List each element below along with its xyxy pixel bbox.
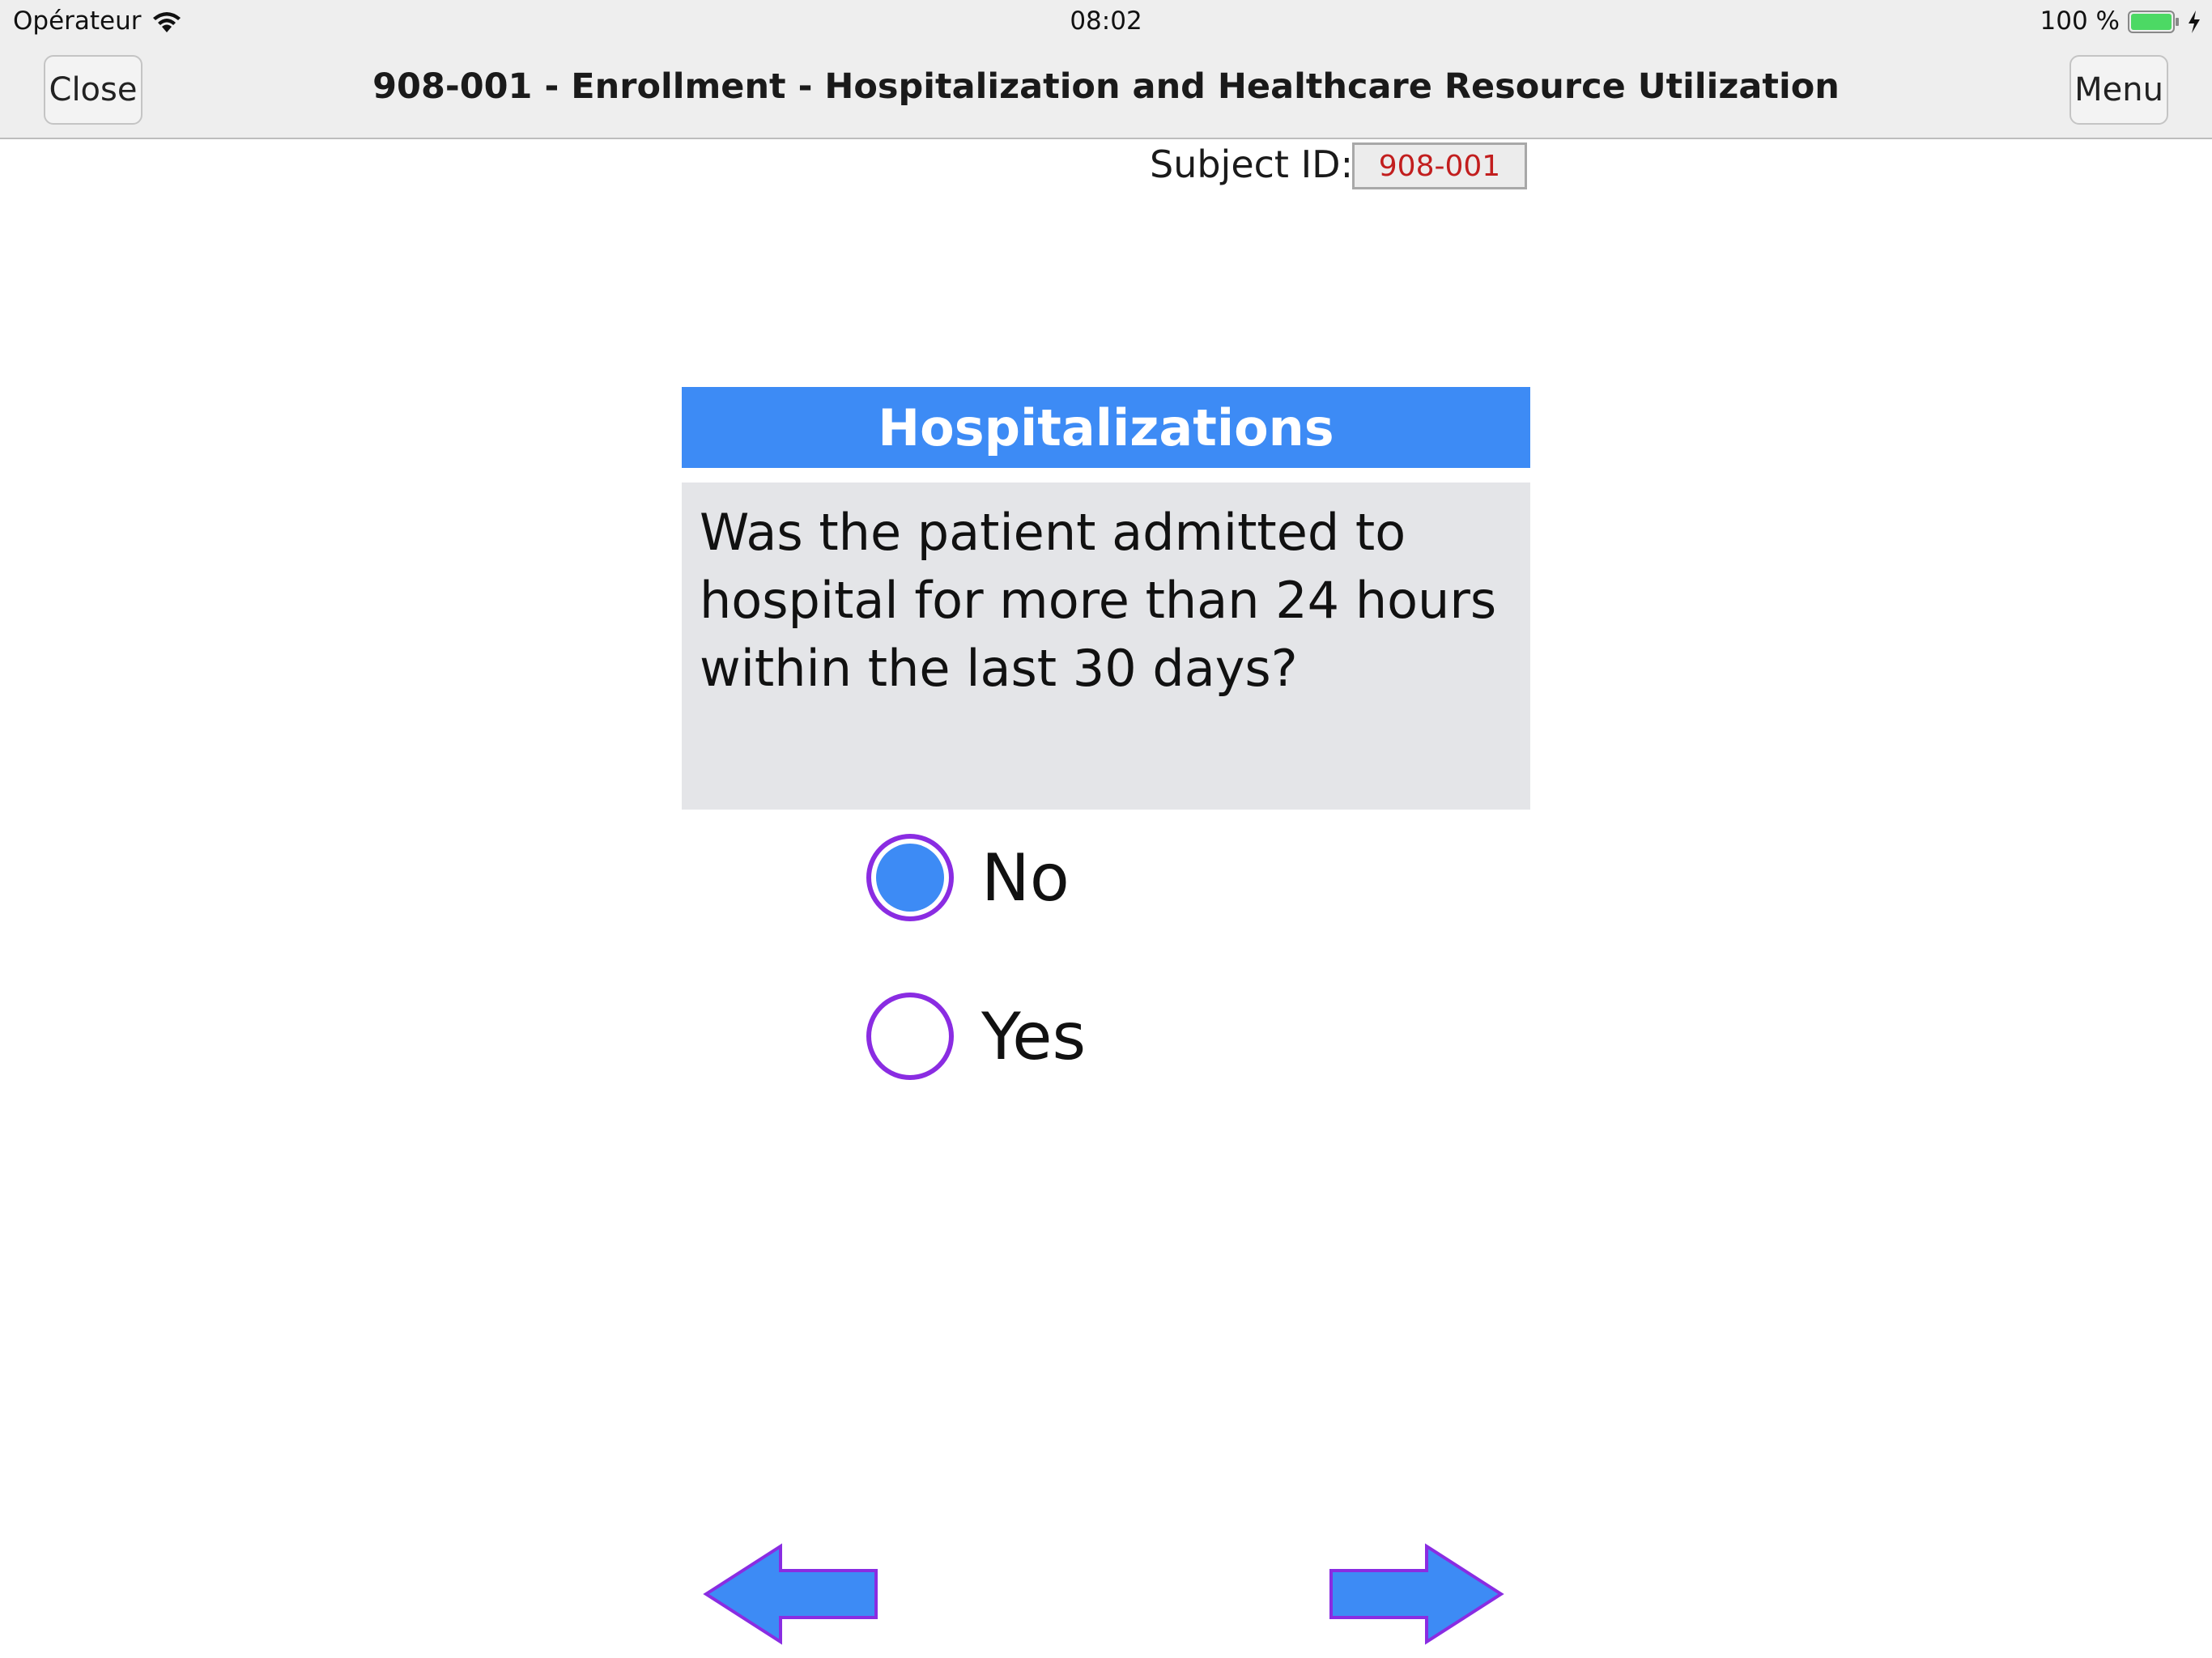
arrow-left-icon[interactable] xyxy=(703,1543,881,1645)
radio-label-yes: Yes xyxy=(981,998,1087,1074)
subject-id-label: Subject ID: xyxy=(1150,142,1354,186)
section-header: Hospitalizations xyxy=(682,387,1530,468)
radio-button-yes[interactable] xyxy=(866,993,954,1080)
navigation-bar: Close 908-001 - Enrollment - Hospitaliza… xyxy=(0,45,2212,139)
battery-icon xyxy=(2128,11,2179,33)
page-title: 908-001 - Enrollment - Hospitalization a… xyxy=(372,66,1840,107)
battery-percent: 100 % xyxy=(2040,6,2120,36)
clock: 08:02 xyxy=(1070,6,1142,36)
radio-option-yes[interactable]: Yes xyxy=(866,988,1190,1085)
charging-icon xyxy=(2189,11,2200,33)
arrow-right-icon[interactable] xyxy=(1326,1543,1504,1645)
radio-label-no: No xyxy=(981,840,1070,916)
question-text: Was the patient admitted to hospital for… xyxy=(682,483,1530,810)
subject-id-field: 908-001 xyxy=(1352,142,1527,189)
menu-button[interactable]: Menu xyxy=(2069,55,2168,125)
radio-option-no[interactable]: No xyxy=(866,829,1190,926)
close-button[interactable]: Close xyxy=(44,55,143,125)
status-bar: Opérateur 08:02 100 % xyxy=(0,0,2212,45)
radio-button-no[interactable] xyxy=(866,834,954,921)
